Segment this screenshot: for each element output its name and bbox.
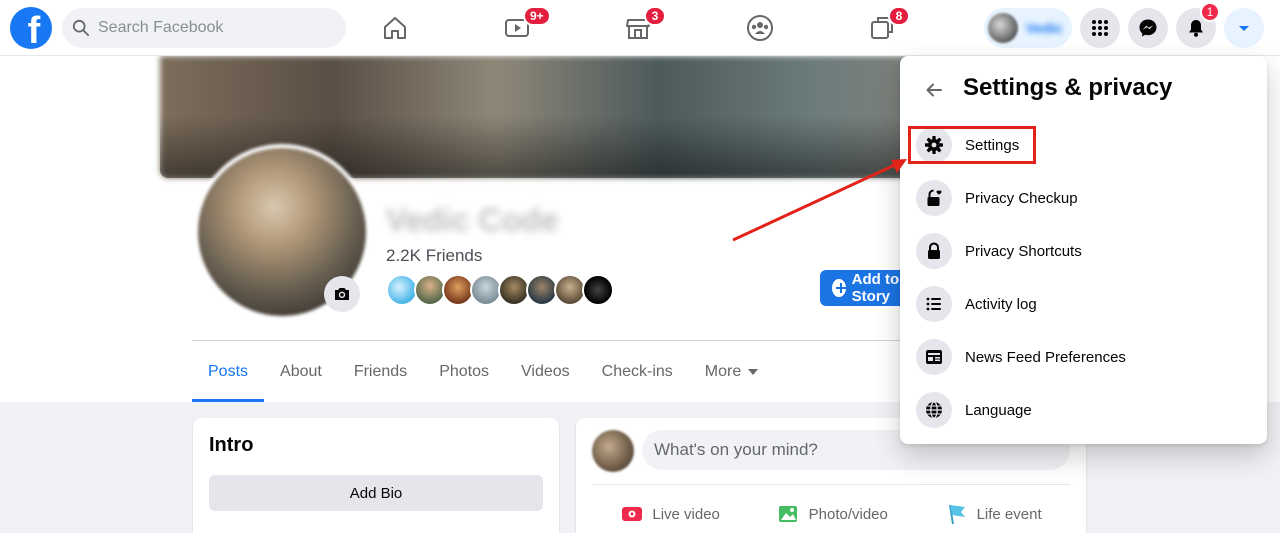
facebook-logo-icon[interactable]: f bbox=[10, 7, 52, 49]
home-icon bbox=[384, 17, 406, 39]
account-dropdown-button[interactable] bbox=[1224, 8, 1264, 48]
add-bio-button[interactable]: Add Bio bbox=[209, 475, 543, 511]
feed-icon bbox=[926, 350, 942, 364]
menu-item-label: Language bbox=[965, 401, 1032, 419]
menu-item-icon bbox=[916, 180, 952, 216]
flag-icon bbox=[948, 504, 965, 525]
menu-item-icon bbox=[916, 339, 952, 375]
bell-icon bbox=[1189, 20, 1203, 37]
grid-menu-icon bbox=[1092, 20, 1108, 36]
messenger-icon bbox=[1139, 19, 1157, 37]
tab-posts[interactable]: Posts bbox=[192, 342, 265, 402]
friend-avatar-list bbox=[386, 274, 614, 306]
update-profile-picture-button[interactable] bbox=[324, 276, 360, 312]
friends-count[interactable]: 2.2K Friends bbox=[386, 246, 482, 266]
profile-name: Vedic Code bbox=[386, 202, 559, 238]
notifications-badge: 1 bbox=[1200, 2, 1220, 22]
nav-watch-tab[interactable]: 9+ bbox=[461, 0, 573, 56]
nav-marketplace-tab[interactable]: 3 bbox=[582, 0, 694, 56]
menu-item-privacy-shortcuts[interactable]: Privacy Shortcuts bbox=[908, 225, 1259, 277]
menu-item-news-feed-preferences[interactable]: News Feed Preferences bbox=[908, 331, 1259, 383]
lock-icon bbox=[928, 242, 940, 259]
gaming-badge: 8 bbox=[888, 6, 910, 26]
composer-divider bbox=[592, 484, 1070, 485]
menu-item-label: Settings bbox=[965, 136, 1020, 154]
plus-circle-icon bbox=[832, 279, 846, 297]
menu-item-icon bbox=[916, 392, 952, 428]
intro-title: Intro bbox=[209, 434, 254, 456]
live-video-icon bbox=[622, 507, 643, 521]
live-video-button[interactable]: Live video bbox=[620, 502, 720, 526]
marketplace-badge: 3 bbox=[644, 6, 666, 26]
menu-item-language[interactable]: Language bbox=[908, 384, 1259, 436]
menu-title: Settings & privacy bbox=[963, 74, 1173, 101]
profile-shortcut-name: Vedic bbox=[1026, 20, 1063, 36]
lock-heart-icon bbox=[927, 189, 942, 206]
menu-item-privacy-checkup[interactable]: Privacy Checkup bbox=[908, 172, 1259, 224]
menu-item-label: Activity log bbox=[965, 295, 1037, 313]
camera-icon bbox=[335, 288, 349, 300]
avatar bbox=[988, 13, 1018, 43]
menu-item-label: Privacy Shortcuts bbox=[965, 242, 1082, 260]
nav-groups-tab[interactable] bbox=[704, 0, 816, 56]
menu-item-icon bbox=[916, 127, 952, 163]
profile-tabs: Posts About Friends Photos Videos Check-… bbox=[192, 342, 774, 402]
messenger-button[interactable] bbox=[1128, 8, 1168, 48]
tab-about[interactable]: About bbox=[264, 342, 338, 402]
photo-video-button[interactable]: Photo/video bbox=[777, 502, 888, 526]
search-box[interactable] bbox=[62, 8, 346, 48]
nav-gaming-tab[interactable]: 8 bbox=[826, 0, 938, 56]
settings-privacy-menu: Settings & privacy Settings Privacy Chec… bbox=[900, 56, 1267, 444]
menu-item-label: News Feed Preferences bbox=[965, 348, 1126, 366]
menu-item-activity-log[interactable]: Activity log bbox=[908, 278, 1259, 330]
tab-more-label: More bbox=[704, 363, 742, 380]
back-button[interactable] bbox=[916, 72, 952, 108]
menu-item-label: Privacy Checkup bbox=[965, 189, 1078, 207]
menu-item-settings[interactable]: Settings bbox=[908, 119, 1259, 171]
list-icon bbox=[926, 297, 941, 311]
life-event-label: Life event bbox=[976, 505, 1042, 523]
tab-photos[interactable]: Photos bbox=[423, 342, 505, 402]
tab-check-ins[interactable]: Check-ins bbox=[586, 342, 689, 402]
tab-friends[interactable]: Friends bbox=[338, 342, 423, 402]
watch-badge: 9+ bbox=[523, 6, 551, 26]
profile-shortcut[interactable]: Vedic bbox=[984, 8, 1072, 48]
nav-home-tab[interactable] bbox=[339, 0, 451, 56]
intro-card: Intro Add Bio bbox=[193, 418, 559, 533]
top-navigation-bar: f 9+ 3 bbox=[0, 0, 1280, 56]
menu-item-icon bbox=[916, 233, 952, 269]
arrow-left-icon bbox=[926, 83, 942, 97]
photo-icon bbox=[778, 506, 797, 522]
groups-icon bbox=[747, 15, 773, 41]
menu-item-icon bbox=[916, 286, 952, 322]
search-icon bbox=[72, 19, 90, 37]
menu-button[interactable] bbox=[1080, 8, 1120, 48]
triangle-down-icon bbox=[1239, 26, 1249, 31]
life-event-button[interactable]: Life event bbox=[945, 502, 1042, 526]
photo-video-label: Photo/video bbox=[808, 505, 888, 523]
globe-icon bbox=[926, 401, 942, 419]
composer-actions: Live video Photo/video Life event bbox=[592, 494, 1070, 533]
tab-videos[interactable]: Videos bbox=[505, 342, 586, 402]
tab-more[interactable]: More bbox=[689, 342, 774, 402]
notifications-button[interactable]: 1 bbox=[1176, 2, 1220, 48]
gear-icon bbox=[925, 136, 943, 154]
friend-avatar[interactable] bbox=[582, 274, 614, 306]
avatar[interactable] bbox=[592, 430, 634, 472]
live-video-label: Live video bbox=[652, 505, 720, 523]
search-input[interactable] bbox=[98, 19, 328, 37]
caret-down-icon bbox=[748, 369, 759, 375]
